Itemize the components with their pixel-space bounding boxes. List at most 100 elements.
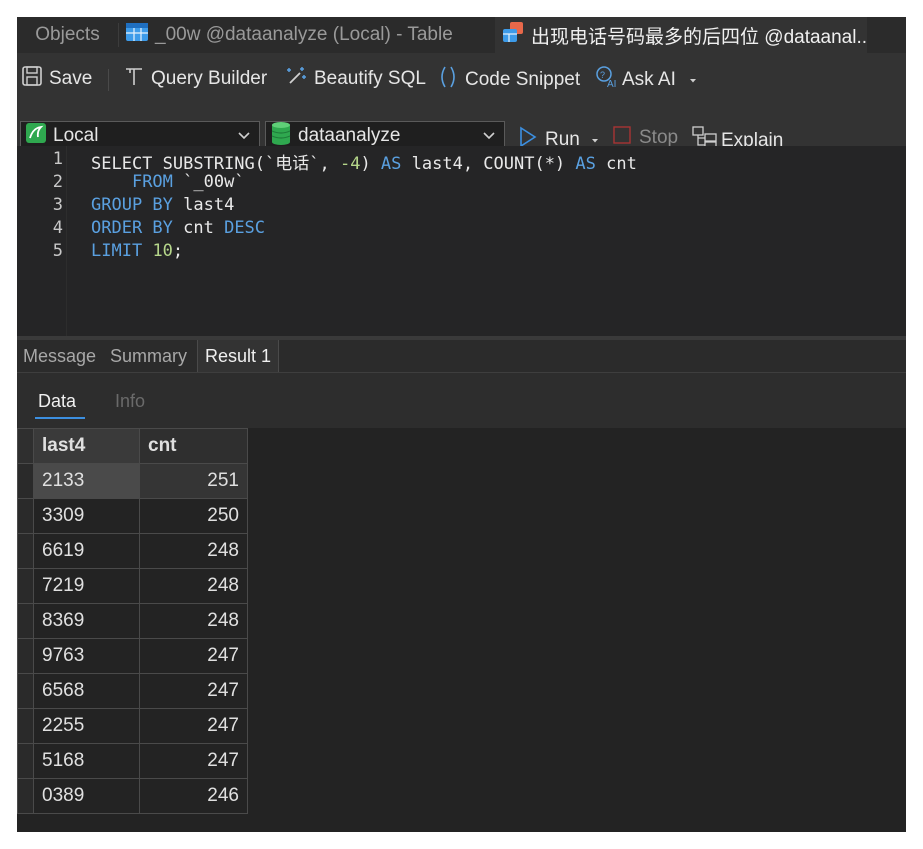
tab-data-label: Data — [38, 391, 77, 411]
row-indicator[interactable] — [17, 638, 34, 674]
table-row[interactable]: 6619 248 — [17, 533, 248, 569]
table-row[interactable]: 5168 247 — [17, 743, 248, 779]
tab-query-label: 出现电话号码最多的后四位 @dataanal... — [531, 26, 867, 48]
query-builder-label: Query Builder — [151, 68, 268, 89]
tab-objects[interactable]: Objects — [17, 17, 118, 53]
query-editor-window: Objects _00w @dataanalyze (Local) - Tabl… — [17, 17, 906, 832]
cell-cnt[interactable]: 248 — [139, 568, 248, 604]
row-indicator[interactable] — [17, 603, 34, 639]
ask-ai-button[interactable]: ? AI Ask AI — [594, 65, 698, 95]
cell-cnt[interactable]: 247 — [139, 743, 248, 779]
result-sub-tabs: Data Info — [17, 373, 906, 428]
cell-cnt[interactable]: 247 — [139, 638, 248, 674]
tab-query[interactable]: 出现电话号码最多的后四位 @dataanal... — [495, 17, 867, 53]
table-row[interactable]: 2133 251 — [17, 463, 248, 499]
row-indicator-header — [17, 428, 34, 464]
cell-cnt[interactable]: 250 — [139, 498, 248, 534]
table-row[interactable]: 2255 247 — [17, 708, 248, 744]
save-button[interactable]: Save — [21, 65, 92, 93]
row-indicator[interactable] — [17, 708, 34, 744]
row-indicator[interactable] — [17, 673, 34, 709]
cell-last4[interactable]: 5168 — [33, 743, 140, 779]
row-indicator[interactable] — [17, 533, 34, 569]
sql-text: last4 — [172, 195, 235, 215]
row-indicator[interactable] — [17, 778, 34, 814]
result-grid: last4 cnt 2133 251 3309 250 6619 248 7219 248 83… — [17, 428, 248, 814]
tab-table[interactable]: _00w @dataanalyze (Local) - Table — [125, 17, 495, 53]
column-header-last4[interactable]: last4 — [33, 428, 140, 464]
grid-body: 2133 251 3309 250 6619 248 7219 248 8369 248 9763 2… — [17, 463, 248, 814]
tab-result-1[interactable]: Result 1 — [197, 340, 280, 372]
line-number: 5 — [52, 241, 63, 261]
cell-cnt[interactable]: 247 — [139, 673, 248, 709]
sql-keyword: AS — [380, 154, 402, 174]
cell-last4[interactable]: 2133 — [33, 463, 140, 499]
tab-table-label: _00w @dataanalyze (Local) - Table — [155, 24, 453, 45]
code-snippet-button[interactable]: Code Snippet — [437, 65, 580, 95]
table-row[interactable]: 3309 250 — [17, 498, 248, 534]
tab-data[interactable]: Data — [38, 391, 76, 412]
code-line[interactable]: ORDER BY cnt DESC — [91, 218, 265, 238]
cell-cnt[interactable]: 248 — [139, 603, 248, 639]
cell-last4[interactable]: 0389 — [33, 778, 140, 814]
cell-cnt[interactable]: 251 — [139, 463, 248, 499]
sql-keyword: AS — [575, 154, 596, 174]
cell-last4[interactable]: 6619 — [33, 533, 140, 569]
cell-last4[interactable]: 7219 — [33, 568, 140, 604]
save-icon — [21, 65, 43, 93]
cell-last4[interactable]: 9763 — [33, 638, 140, 674]
code-line[interactable]: GROUP BY last4 — [91, 195, 234, 215]
table-row[interactable]: 9763 247 — [17, 638, 248, 674]
sql-text: ; — [172, 241, 184, 261]
code-line[interactable]: LIMIT 10; — [91, 241, 183, 261]
tab-info-label: Info — [115, 391, 146, 411]
sql-number: 10 — [152, 241, 173, 261]
query-builder-icon — [123, 65, 145, 93]
sql-text: ) — [360, 154, 381, 174]
sql-text: SELECT — [91, 154, 153, 174]
beautify-sql-button[interactable]: Beautify SQL — [284, 65, 426, 93]
row-indicator[interactable] — [17, 568, 34, 604]
tab-message[interactable]: Message — [23, 340, 96, 372]
line-number: 3 — [52, 195, 63, 215]
row-indicator[interactable] — [17, 498, 34, 534]
sql-keyword: DESC — [224, 218, 266, 238]
cell-last4[interactable]: 6568 — [33, 673, 140, 709]
active-tab-indicator — [35, 417, 85, 419]
cell-last4[interactable]: 3309 — [33, 498, 140, 534]
cell-last4[interactable]: 2255 — [33, 708, 140, 744]
toolbar-divider — [108, 69, 109, 91]
cell-cnt[interactable]: 248 — [139, 533, 248, 569]
cell-cnt[interactable]: 246 — [139, 778, 248, 814]
result-tab-bar: Message Summary Result 1 — [17, 340, 906, 373]
cell-last4[interactable]: 8369 — [33, 603, 140, 639]
sql-keyword: LIMIT — [91, 241, 143, 261]
tab-bar: Objects _00w @dataanalyze (Local) - Tabl… — [17, 17, 906, 53]
row-indicator[interactable] — [17, 463, 34, 499]
chevron-down-icon — [688, 69, 698, 91]
sql-number: -4 — [339, 154, 361, 174]
cell-cnt[interactable]: 247 — [139, 708, 248, 744]
table-row[interactable]: 6568 247 — [17, 673, 248, 709]
tab-info[interactable]: Info — [115, 391, 145, 412]
magic-wand-icon — [284, 65, 308, 93]
beautify-sql-label: Beautify SQL — [314, 68, 426, 89]
table-row[interactable]: 8369 248 — [17, 603, 248, 639]
code-snippet-label: Code Snippet — [465, 69, 581, 90]
table-row[interactable]: 7219 248 — [17, 568, 248, 604]
row-indicator[interactable] — [17, 743, 34, 779]
grid-header-row: last4 cnt — [17, 428, 248, 464]
query-icon — [501, 21, 525, 49]
table-icon — [125, 21, 149, 49]
svg-text:AI: AI — [607, 79, 616, 89]
sql-editor[interactable]: 1 2 3 4 5 SELECT SUBSTRING(`电话`, -4) AS … — [17, 146, 906, 336]
code-line[interactable]: SELECT SUBSTRING(`电话`, -4) AS last4, COU… — [91, 149, 637, 174]
query-builder-button[interactable]: Query Builder — [123, 65, 267, 93]
column-header-cnt[interactable]: cnt — [139, 428, 248, 464]
tab-summary[interactable]: Summary — [110, 340, 187, 372]
code-line[interactable]: FROM `_00w` — [91, 172, 245, 192]
sql-keyword: ORDER BY — [91, 218, 173, 238]
parentheses-icon — [437, 65, 459, 95]
table-row[interactable]: 0389 246 — [17, 778, 248, 814]
